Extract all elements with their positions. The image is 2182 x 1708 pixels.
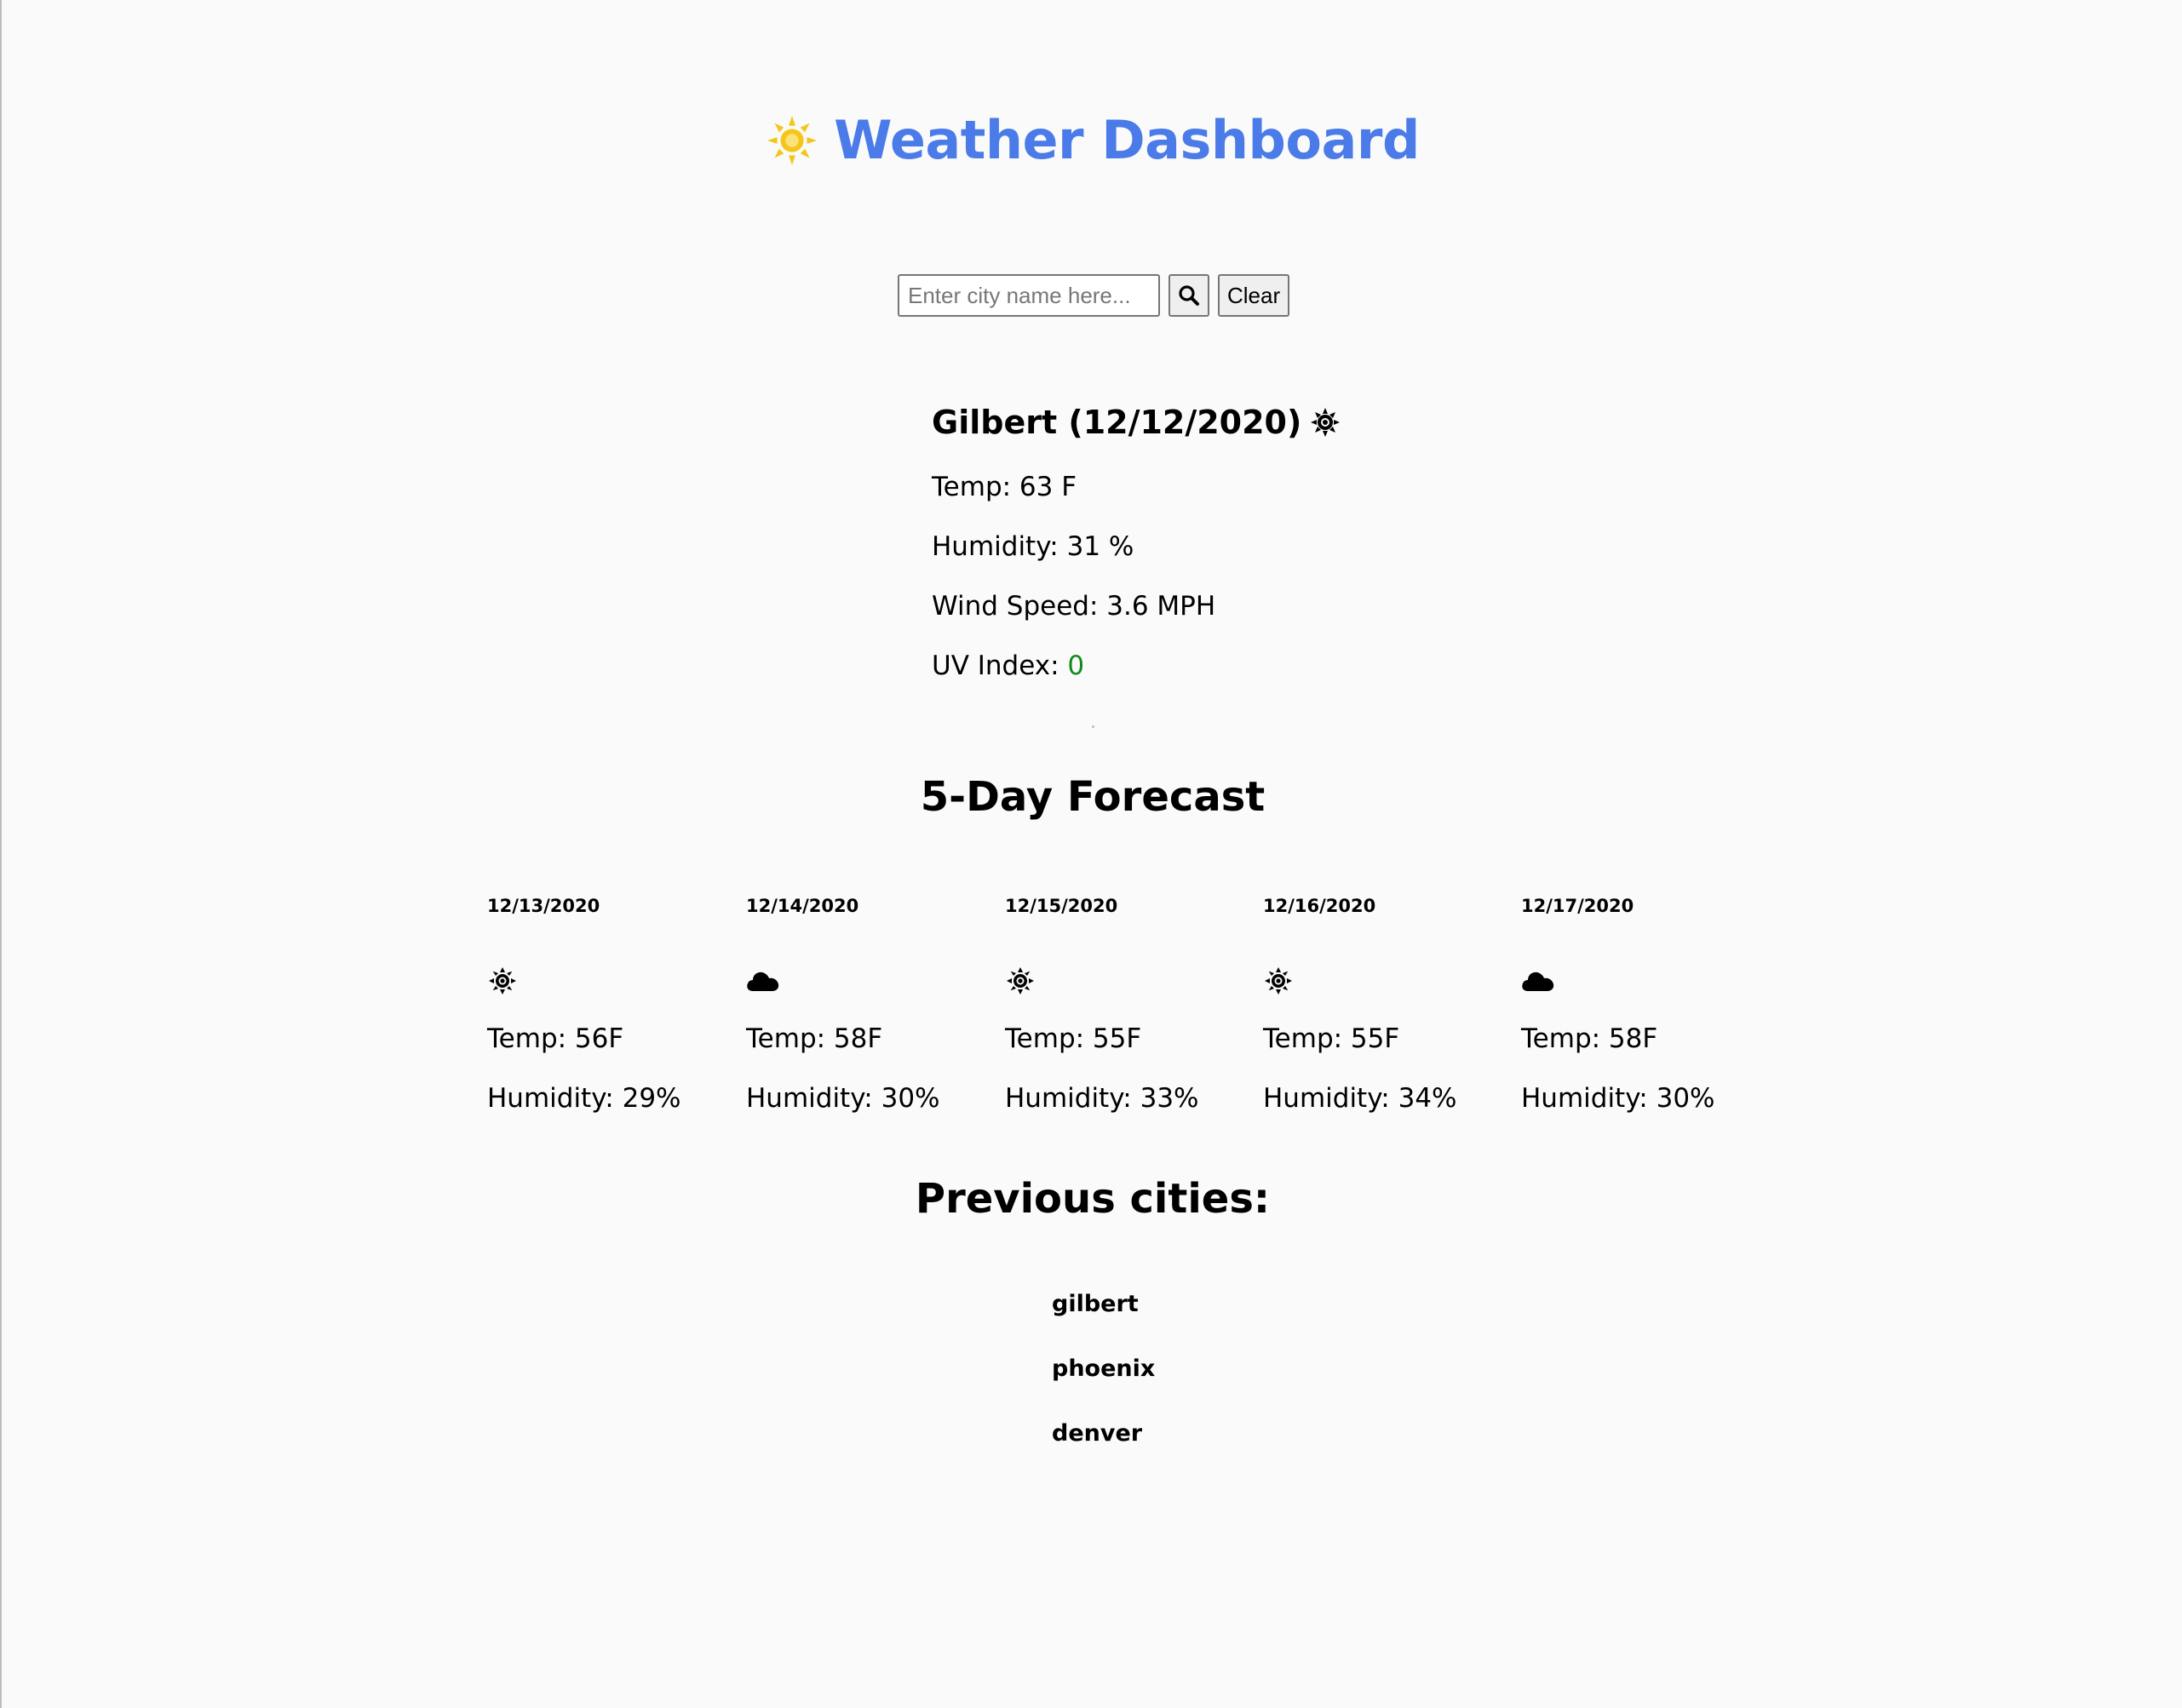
cloud-icon bbox=[1522, 971, 1554, 991]
search-button[interactable] bbox=[1169, 274, 1209, 317]
sun-icon bbox=[489, 967, 516, 994]
sun-icon bbox=[1311, 408, 1341, 437]
current-humidity: Humidity: 31 % bbox=[932, 531, 1134, 562]
city-search-input[interactable] bbox=[898, 274, 1160, 317]
forecast-temp: Temp: 55F bbox=[1005, 1023, 1142, 1054]
forecast-day: 12/13/2020 Temp: 56F Humidity: 29% bbox=[487, 896, 709, 1114]
previous-city-item[interactable]: gilbert bbox=[1052, 1291, 1155, 1356]
forecast-day: 12/17/2020 Temp: 58F Humidity: 30% bbox=[1521, 896, 1743, 1114]
previous-city-item[interactable]: phoenix bbox=[1052, 1356, 1155, 1420]
page-title: Weather Dashboard bbox=[834, 109, 1420, 171]
current-weather-heading: Gilbert (12/12/2020) bbox=[932, 398, 1341, 446]
sun-icon bbox=[1265, 967, 1292, 994]
forecast-temp: Temp: 55F bbox=[1263, 1023, 1400, 1054]
forecast-date: 12/13/2020 bbox=[487, 896, 600, 916]
current-city-date: Gilbert (12/12/2020) bbox=[932, 404, 1302, 441]
forecast-humidity: Humidity: 33% bbox=[1005, 1083, 1199, 1114]
forecast-temp: Temp: 56F bbox=[487, 1023, 624, 1054]
forecast-day: 12/15/2020 Temp: 55F Humidity: 33% bbox=[1005, 896, 1226, 1114]
header-title-group: Weather Dashboard bbox=[766, 109, 1420, 171]
divider-dot bbox=[1092, 725, 1094, 728]
uv-index-label: UV Index: bbox=[932, 651, 1068, 681]
forecast-heading: 5-Day Forecast bbox=[920, 773, 1266, 821]
clear-button[interactable]: Clear bbox=[1218, 274, 1290, 317]
current-uv-index: UV Index: 0 bbox=[932, 651, 1084, 681]
previous-cities-list: gilbert phoenix denver bbox=[1052, 1291, 1155, 1485]
forecast-humidity: Humidity: 30% bbox=[746, 1083, 940, 1114]
search-icon bbox=[1179, 285, 1199, 306]
forecast-day: 12/16/2020 Temp: 55F Humidity: 34% bbox=[1263, 896, 1484, 1114]
search-bar: Clear bbox=[898, 274, 1290, 317]
sun-icon bbox=[767, 115, 818, 165]
forecast-date: 12/16/2020 bbox=[1263, 896, 1376, 916]
previous-cities-heading: Previous cities: bbox=[915, 1175, 1271, 1223]
previous-city-item[interactable]: denver bbox=[1052, 1420, 1155, 1485]
current-weather: Gilbert (12/12/2020) Temp: 63 F Humidity… bbox=[932, 398, 1341, 681]
forecast-humidity: Humidity: 30% bbox=[1521, 1083, 1715, 1114]
forecast-humidity: Humidity: 34% bbox=[1263, 1083, 1457, 1114]
forecast-day: 12/14/2020 Temp: 58F Humidity: 30% bbox=[746, 896, 968, 1114]
forecast-date: 12/17/2020 bbox=[1521, 896, 1634, 916]
current-temp: Temp: 63 F bbox=[932, 472, 1077, 502]
forecast-temp: Temp: 58F bbox=[746, 1023, 883, 1054]
sun-icon bbox=[1007, 967, 1034, 994]
forecast-date: 12/15/2020 bbox=[1005, 896, 1118, 916]
forecast-temp: Temp: 58F bbox=[1521, 1023, 1658, 1054]
forecast-humidity: Humidity: 29% bbox=[487, 1083, 681, 1114]
forecast-date: 12/14/2020 bbox=[746, 896, 859, 916]
cloud-icon bbox=[747, 971, 779, 991]
uv-index-value: 0 bbox=[1067, 651, 1085, 681]
header: Weather Dashboard bbox=[2, 109, 2182, 194]
current-wind-speed: Wind Speed: 3.6 MPH bbox=[932, 591, 1216, 622]
